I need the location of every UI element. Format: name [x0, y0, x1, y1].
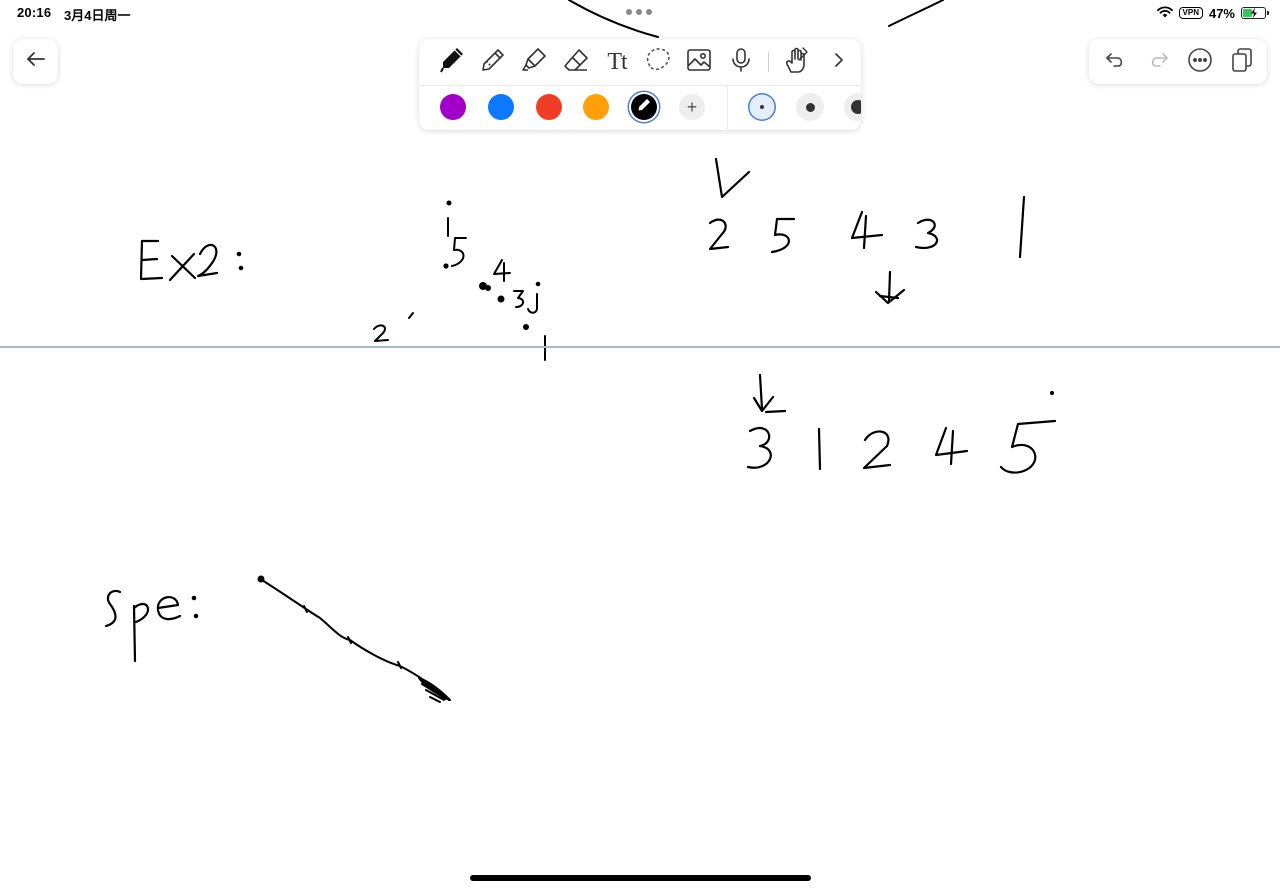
drawing-toolbar: Tt +	[419, 39, 861, 130]
stroke-size-medium[interactable]	[796, 93, 824, 121]
undo-icon	[1105, 52, 1125, 73]
redo-icon	[1149, 52, 1169, 73]
pen-tool[interactable]	[435, 45, 469, 79]
ink-text-ex2	[139, 239, 244, 282]
microphone-icon	[731, 47, 751, 78]
image-icon	[686, 48, 712, 77]
more-options-button[interactable]	[1183, 45, 1217, 79]
touch-draw-toggle[interactable]	[779, 45, 813, 79]
image-tool[interactable]	[682, 45, 716, 79]
color-swatch-purple[interactable]	[440, 94, 466, 120]
ink-curved-arrow	[257, 575, 451, 703]
text-tool[interactable]: Tt	[600, 45, 634, 79]
stroke-size-thick[interactable]	[844, 93, 861, 121]
undo-button[interactable]	[1098, 45, 1132, 79]
lasso-icon	[644, 46, 672, 79]
page-divider	[0, 346, 1280, 348]
ink-sketch-cluster	[373, 200, 546, 361]
document-actions	[1089, 39, 1267, 84]
toolbar-separator	[768, 52, 769, 72]
lasso-tool[interactable]	[641, 45, 675, 79]
stroke-size-fine[interactable]	[748, 93, 776, 121]
more-tools-button[interactable]	[822, 45, 856, 79]
status-date: 3月4日周一	[64, 8, 131, 23]
pages-icon	[1231, 47, 1253, 78]
highlighter-tool[interactable]	[517, 45, 551, 79]
add-color-button[interactable]: +	[679, 94, 705, 120]
multitasking-menu-icon[interactable]	[626, 9, 652, 15]
status-time: 20:16	[17, 5, 52, 20]
ink-sequence-25431	[708, 157, 1026, 305]
dot-medium-icon	[805, 102, 815, 112]
home-indicator[interactable]	[470, 875, 811, 881]
ink-text-spe	[104, 589, 199, 663]
eraser-tool[interactable]	[559, 45, 593, 79]
color-row: +	[419, 86, 861, 130]
color-swatch-red[interactable]	[536, 94, 562, 120]
vpn-badge: VPN	[1178, 7, 1203, 19]
color-swatch-black[interactable]	[631, 94, 657, 120]
dot-large-icon	[851, 100, 861, 114]
chevron-right-icon	[833, 52, 845, 73]
microphone-tool[interactable]	[724, 45, 758, 79]
arrow-left-icon	[26, 51, 46, 72]
tool-row: Tt	[419, 39, 861, 85]
edit-pencil-icon	[637, 98, 651, 117]
wifi-icon	[1156, 5, 1173, 21]
pages-button[interactable]	[1225, 45, 1259, 79]
eraser-icon	[563, 48, 589, 77]
back-button[interactable]	[13, 39, 58, 84]
plus-icon: +	[686, 97, 698, 117]
battery-icon	[1241, 7, 1269, 19]
color-swatch-orange[interactable]	[583, 94, 609, 120]
touch-hand-icon	[783, 46, 809, 79]
text-icon: Tt	[607, 48, 627, 75]
status-indicators: VPN 47%	[1156, 5, 1269, 21]
redo-button[interactable]	[1142, 45, 1176, 79]
dot-small-icon	[760, 105, 764, 109]
more-icon	[1187, 47, 1213, 78]
highlighter-icon	[521, 47, 547, 78]
ink-sequence-31245	[746, 373, 1057, 474]
color-swatch-blue[interactable]	[488, 94, 514, 120]
pen-icon	[439, 46, 465, 79]
pencil-tool[interactable]	[476, 45, 510, 79]
color-size-separator	[727, 86, 728, 130]
pencil-icon	[480, 47, 506, 78]
drawing-canvas[interactable]	[0, 0, 1280, 889]
battery-percent: 47%	[1208, 5, 1235, 21]
